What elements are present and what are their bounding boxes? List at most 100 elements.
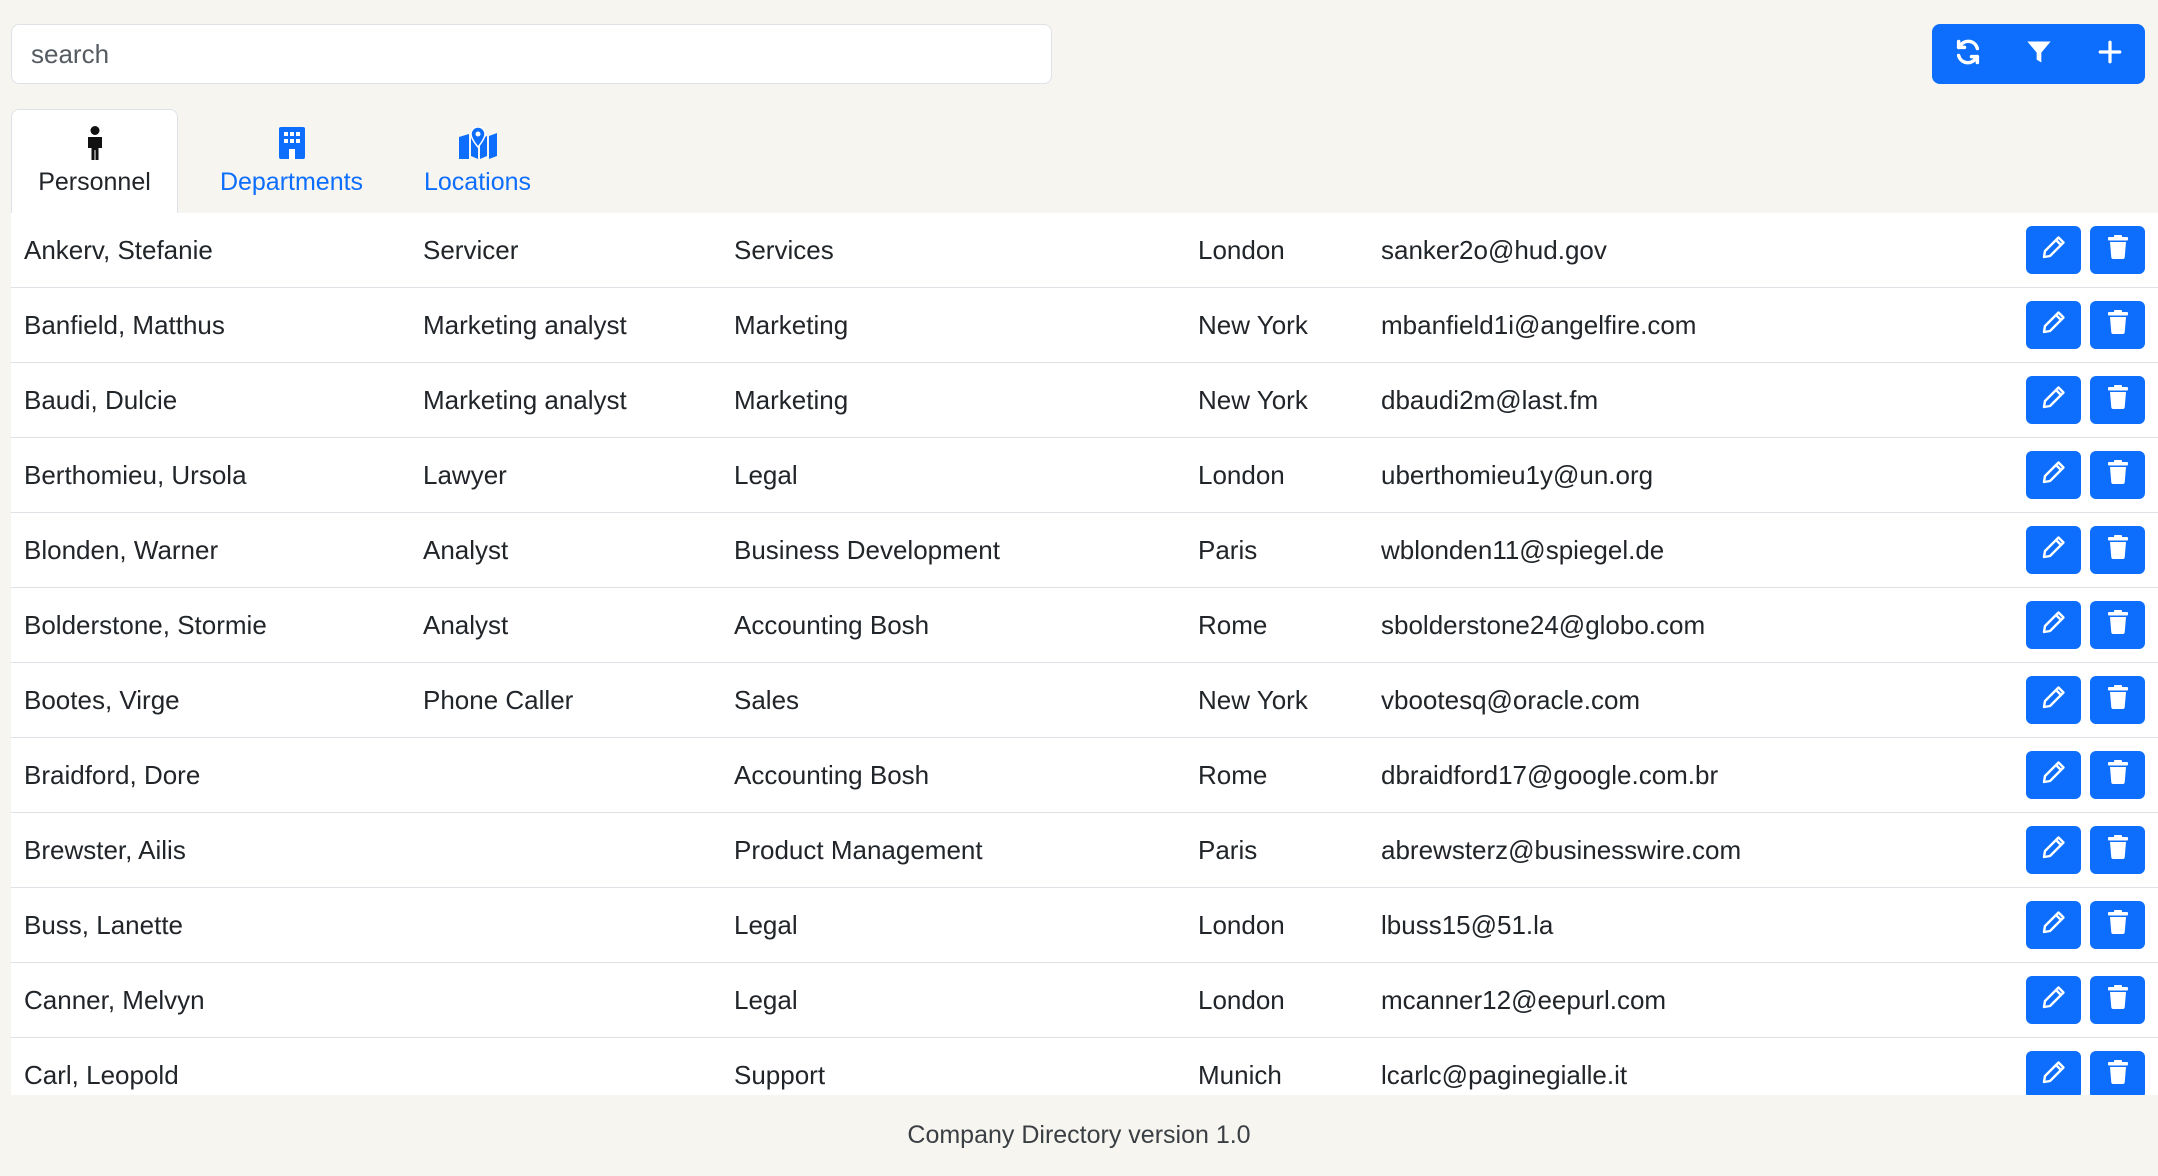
personnel-email: dbraidford17@google.com.br: [1381, 760, 1719, 790]
personnel-email: lbuss15@51.la: [1381, 910, 1554, 940]
personnel-location: New York: [1198, 385, 1308, 415]
tab-personnel-label: Personnel: [38, 168, 151, 196]
personnel-job-title: Marketing analyst: [423, 310, 627, 340]
table-row: Buss, Lanette Legal London lbuss15@51.la: [11, 888, 2158, 963]
row-actions: [2026, 1051, 2145, 1095]
row-actions: [2026, 451, 2145, 501]
delete-button[interactable]: [2090, 451, 2145, 499]
delete-button[interactable]: [2090, 376, 2145, 424]
pencil-icon: [2042, 310, 2066, 341]
personnel-location: London: [1198, 460, 1285, 490]
row-actions: [2026, 901, 2145, 951]
row-actions: [2026, 376, 2145, 426]
personnel-department: Business Development: [734, 535, 1000, 565]
personnel-location: New York: [1198, 310, 1308, 340]
refresh-button[interactable]: [1932, 24, 2003, 84]
edit-button[interactable]: [2026, 526, 2081, 574]
delete-button[interactable]: [2090, 1051, 2145, 1095]
personnel-job-title: Phone Caller: [423, 685, 574, 715]
tab-locations[interactable]: Locations: [404, 109, 551, 213]
table-row: Baudi, Dulcie Marketing analyst Marketin…: [11, 363, 2158, 438]
edit-button[interactable]: [2026, 751, 2081, 799]
personnel-department: Legal: [734, 910, 798, 940]
edit-button[interactable]: [2026, 676, 2081, 724]
personnel-email: wblonden11@spiegel.de: [1381, 535, 1665, 565]
plus-icon: [2097, 39, 2123, 70]
edit-button[interactable]: [2026, 226, 2081, 274]
personnel-name: Banfield, Matthus: [24, 310, 225, 340]
building-icon: [278, 124, 305, 162]
personnel-job-title: Analyst: [423, 535, 509, 565]
personnel-email: abrewsterz@businesswire.com: [1381, 835, 1742, 865]
table-row: Braidford, Dore Accounting Bosh Rome dbr…: [11, 738, 2158, 813]
personnel-name: Bootes, Virge: [24, 685, 180, 715]
map-location-icon: [458, 124, 497, 162]
personnel-department: Support: [734, 1060, 826, 1090]
table-row: Banfield, Matthus Marketing analyst Mark…: [11, 288, 2158, 363]
footer: Company Directory version 1.0: [0, 1095, 2158, 1176]
tab-departments[interactable]: Departments: [195, 109, 388, 213]
edit-button[interactable]: [2026, 451, 2081, 499]
personnel-email: dbaudi2m@last.fm: [1381, 385, 1599, 415]
personnel-location: Munich: [1198, 1060, 1282, 1090]
filter-icon: [2025, 38, 2053, 71]
add-button[interactable]: [2074, 24, 2145, 84]
search-input[interactable]: [11, 24, 1052, 84]
edit-button[interactable]: [2026, 826, 2081, 874]
row-actions: [2026, 526, 2145, 576]
personnel-name: Carl, Leopold: [24, 1060, 179, 1090]
edit-button[interactable]: [2026, 976, 2081, 1024]
personnel-department: Marketing: [734, 310, 849, 340]
personnel-location: London: [1198, 235, 1285, 265]
delete-button[interactable]: [2090, 976, 2145, 1024]
delete-button[interactable]: [2090, 601, 2145, 649]
delete-button[interactable]: [2090, 226, 2145, 274]
row-actions: [2026, 226, 2145, 276]
personnel-name: Bolderstone, Stormie: [24, 610, 267, 640]
trash-icon: [2107, 534, 2128, 566]
trash-icon: [2107, 384, 2128, 416]
personnel-location: New York: [1198, 685, 1308, 715]
person-icon: [83, 124, 107, 162]
edit-button[interactable]: [2026, 301, 2081, 349]
delete-button[interactable]: [2090, 751, 2145, 799]
edit-button[interactable]: [2026, 376, 2081, 424]
personnel-name: Ankerv, Stefanie: [24, 235, 213, 265]
personnel-department: Legal: [734, 460, 798, 490]
personnel-location: Paris: [1198, 835, 1258, 865]
personnel-email: sbolderstone24@globo.com: [1381, 610, 1706, 640]
personnel-name: Baudi, Dulcie: [24, 385, 178, 415]
personnel-department: Marketing: [734, 385, 849, 415]
delete-button[interactable]: [2090, 526, 2145, 574]
personnel-department: Accounting Bosh: [734, 610, 930, 640]
table-row: Canner, Melvyn Legal London mcanner12@ee…: [11, 963, 2158, 1038]
personnel-email: mcanner12@eepurl.com: [1381, 985, 1667, 1015]
pencil-icon: [2042, 535, 2066, 566]
personnel-department: Product Management: [734, 835, 983, 865]
personnel-department: Services: [734, 235, 834, 265]
delete-button[interactable]: [2090, 901, 2145, 949]
delete-button[interactable]: [2090, 301, 2145, 349]
personnel-name: Berthomieu, Ursola: [24, 460, 247, 490]
pencil-icon: [2042, 235, 2066, 266]
delete-button[interactable]: [2090, 676, 2145, 724]
refresh-icon: [1954, 38, 1982, 71]
personnel-name: Braidford, Dore: [24, 760, 201, 790]
filter-button[interactable]: [2003, 24, 2074, 84]
edit-button[interactable]: [2026, 1051, 2081, 1095]
tab-departments-label: Departments: [219, 168, 364, 196]
trash-icon: [2107, 609, 2128, 641]
table-row: Blonden, Warner Analyst Business Develop…: [11, 513, 2158, 588]
edit-button[interactable]: [2026, 601, 2081, 649]
personnel-job-title: Marketing analyst: [423, 385, 627, 415]
table-row: Bolderstone, Stormie Analyst Accounting …: [11, 588, 2158, 663]
trash-icon: [2107, 834, 2128, 866]
edit-button[interactable]: [2026, 901, 2081, 949]
personnel-email: mbanfield1i@angelfire.com: [1381, 310, 1697, 340]
trash-icon: [2107, 759, 2128, 791]
trash-icon: [2107, 1059, 2128, 1091]
delete-button[interactable]: [2090, 826, 2145, 874]
personnel-department: Sales: [734, 685, 800, 715]
pencil-icon: [2042, 460, 2066, 491]
tab-personnel[interactable]: Personnel: [11, 109, 178, 213]
